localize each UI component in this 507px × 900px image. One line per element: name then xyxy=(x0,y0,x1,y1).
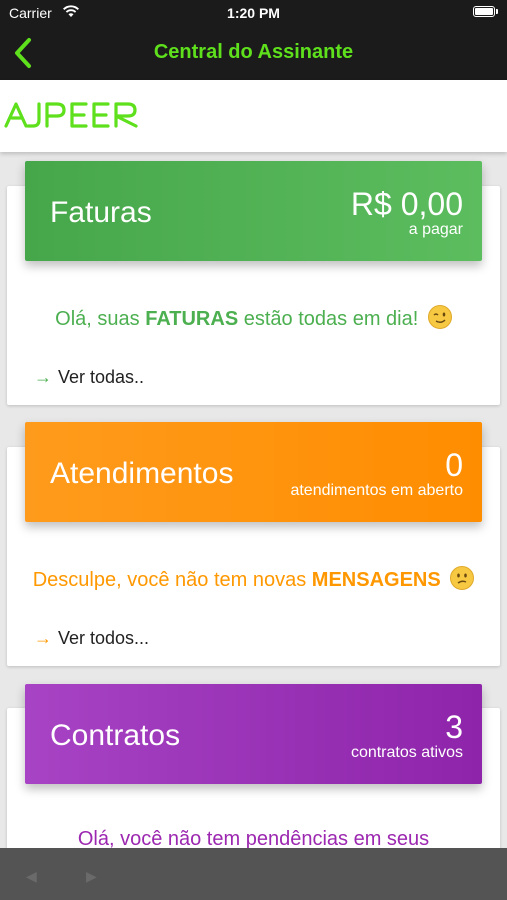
faturas-msg-tail: estão todas em dia! xyxy=(238,308,419,330)
faturas-amount: R$ 0,00 xyxy=(350,186,463,222)
bottom-toolbar: ◀ ▶ xyxy=(0,848,507,900)
atendimentos-msg-text: Desculpe, você não tem novas xyxy=(32,569,312,591)
atendimentos-title: Atendimentos xyxy=(50,457,234,490)
winking-face-icon xyxy=(427,305,452,329)
ajpeer-logo xyxy=(4,102,138,128)
contratos-header[interactable]: Contratos 3 contratos ativos xyxy=(25,684,482,784)
arrow-right-icon: → xyxy=(34,628,52,648)
contratos-count: 3 xyxy=(445,709,463,745)
ver-todas-label: Ver todas.. xyxy=(58,367,145,387)
navigation-bar: Central do Assinante xyxy=(0,26,507,80)
faturas-msg-bold: FATURAS xyxy=(145,308,239,330)
faturas-title: Faturas xyxy=(50,196,152,229)
battery-icon xyxy=(473,6,498,17)
brand-header xyxy=(0,80,507,152)
contratos-message: Olá, você não tem pendências em seus xyxy=(77,828,430,848)
faturas-message: Olá, suas FATURAS estão todas em dia! xyxy=(0,305,507,331)
atendimentos-header[interactable]: Atendimentos 0 atendimentos em aberto xyxy=(25,422,482,522)
ver-todas-link[interactable]: → Ver todas.. xyxy=(34,367,144,388)
atendimentos-count: 0 xyxy=(445,447,463,483)
status-bar: Carrier 1:20 PM xyxy=(0,0,507,26)
faturas-sub: a pagar xyxy=(408,221,463,238)
confused-face-icon xyxy=(450,566,475,590)
atendimentos-message: Desculpe, você não tem novas MENSAGENS xyxy=(0,566,507,592)
atendimentos-sub: atendimentos em aberto xyxy=(290,482,463,499)
contratos-sub: contratos ativos xyxy=(350,744,463,761)
ver-todos-label: Ver todos... xyxy=(58,628,150,648)
contratos-title: Contratos xyxy=(50,719,181,752)
faturas-header[interactable]: Faturas R$ 0,00 a pagar xyxy=(25,161,482,261)
ver-todos-link[interactable]: → Ver todos... xyxy=(34,628,149,649)
faturas-msg-text: Olá, suas xyxy=(55,308,146,330)
page-title: Central do Assinante xyxy=(153,41,354,63)
clock: 1:20 PM xyxy=(227,5,280,21)
forward-arrow-icon[interactable]: ▶ xyxy=(86,868,97,885)
dashboard-content: Faturas R$ 0,00 a pagar Olá, suas FATURA… xyxy=(0,152,507,848)
arrow-right-icon: → xyxy=(34,367,52,387)
atendimentos-msg-bold: MENSAGENS xyxy=(311,569,441,591)
back-arrow-icon[interactable]: ◀ xyxy=(26,868,37,885)
